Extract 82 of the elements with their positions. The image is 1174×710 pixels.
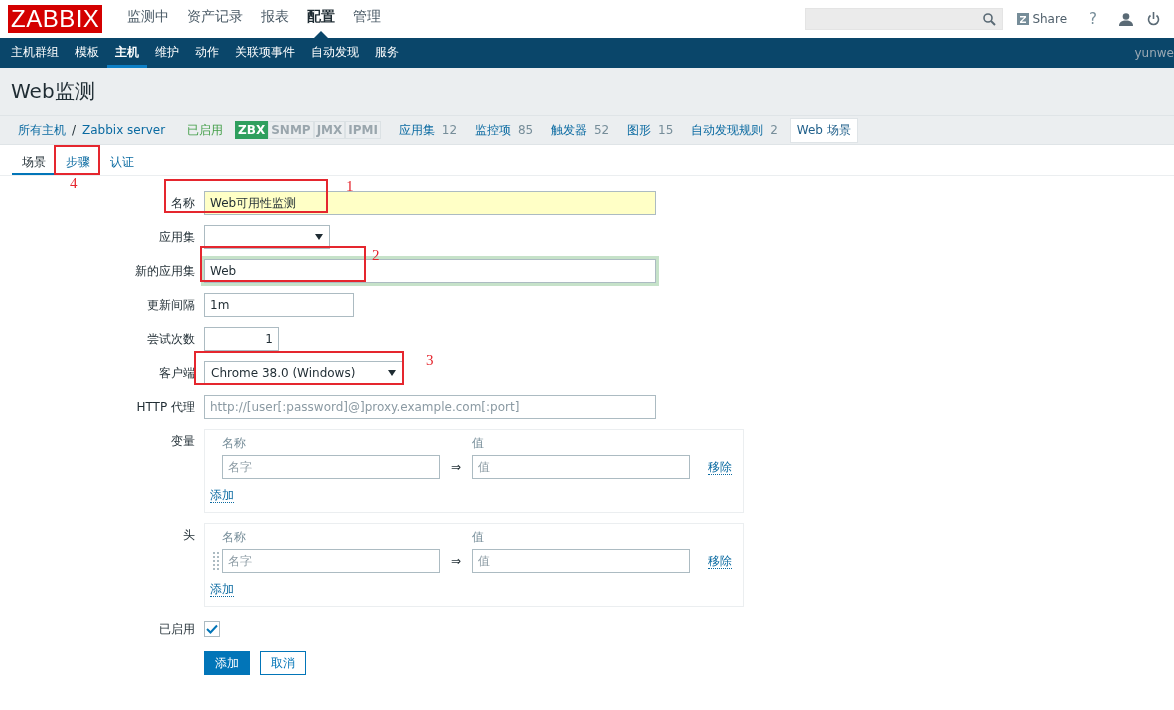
name-field[interactable]: 名字	[222, 549, 440, 573]
annotation-number: 4	[70, 175, 78, 192]
logout-button[interactable]	[1147, 12, 1160, 26]
availability-tag: SNMP	[268, 121, 314, 139]
share-link[interactable]: Share	[1017, 12, 1068, 26]
dropdown[interactable]	[204, 225, 330, 249]
field-label: 客户端	[158, 365, 195, 382]
column-header: 名称	[222, 529, 247, 545]
tab[interactable]: 认证	[100, 151, 144, 175]
power-icon	[1147, 12, 1160, 26]
tab[interactable]: 步骤	[56, 151, 100, 175]
cancel-button[interactable]: 取消	[260, 651, 306, 675]
caret-icon	[388, 370, 396, 376]
search-field[interactable]	[805, 8, 1004, 30]
add-link[interactable]: 添加	[210, 488, 234, 503]
value-field[interactable]: 值	[472, 549, 690, 573]
sub-menu-item[interactable]: 模板	[67, 38, 107, 68]
field-label: 变量	[170, 433, 195, 450]
logo[interactable]: ZABBIX	[8, 5, 103, 33]
column-header: 值	[472, 529, 484, 545]
breadcrumb-link[interactable]: Zabbix server	[82, 123, 166, 137]
user-name: yunwe	[1134, 45, 1174, 62]
text-field[interactable]: 1m	[204, 293, 354, 317]
menu-item[interactable]: 配置	[298, 0, 345, 38]
text-field[interactable]: http://[user[:password]@]proxy.example.com[:port]	[204, 395, 656, 419]
arrow-text: ⇒	[449, 554, 463, 568]
host-tab-link[interactable]: 应用集 12	[398, 121, 458, 139]
dropdown[interactable]: Chrome 38.0 (Windows)	[204, 361, 403, 385]
sub-menu-item[interactable]: 维护	[147, 38, 187, 68]
profile-button[interactable]	[1119, 12, 1133, 26]
menu-item[interactable]: 管理	[344, 0, 391, 38]
menu-item[interactable]: 报表	[252, 0, 299, 38]
breadcrumb-link[interactable]: 所有主机	[18, 121, 66, 139]
add-link[interactable]: 添加	[210, 582, 234, 597]
checkbox[interactable]	[204, 621, 220, 637]
check-icon	[206, 624, 218, 634]
text-field[interactable]: Web	[204, 259, 656, 283]
field-label: 头	[182, 527, 195, 544]
host-tab-link[interactable]: 监控项 85	[475, 121, 534, 139]
field-label: 已启用	[158, 621, 195, 638]
page-title: Web监测	[10, 78, 96, 105]
menu-item[interactable]: 监测中	[118, 0, 179, 38]
column-header: 名称	[222, 435, 247, 451]
name-field[interactable]: 名字	[222, 455, 440, 479]
help-link[interactable]: ?	[1089, 10, 1097, 28]
availability-tag: IPMI	[345, 121, 381, 139]
menu-item[interactable]: 资产记录	[178, 0, 253, 38]
host-status: 已启用	[187, 121, 224, 139]
host-tab-link[interactable]: 自动发现规则 2	[691, 121, 778, 139]
availability-tag: JMX	[313, 121, 346, 139]
field-label: 尝试次数	[146, 331, 195, 348]
arrow-text: ⇒	[449, 460, 463, 474]
column-header: 值	[472, 435, 484, 451]
field-label: HTTP 代理	[135, 399, 195, 416]
sub-menu-item[interactable]: 自动发现	[303, 38, 367, 68]
search-icon[interactable]	[983, 12, 997, 26]
drag-handle-icon[interactable]	[213, 552, 219, 570]
text-field[interactable]: Web可用性监测	[204, 191, 656, 215]
field-label: 应用集	[158, 229, 195, 246]
number-field[interactable]: 1	[204, 327, 279, 351]
tab[interactable]: 场景	[12, 151, 56, 175]
add-button[interactable]: 添加	[204, 651, 250, 675]
field-label: 名称	[170, 195, 195, 212]
breadcrumb-separator: /	[72, 123, 77, 137]
field-label: 更新间隔	[146, 297, 195, 314]
sub-menu-item[interactable]: 动作	[187, 38, 227, 68]
caret-icon	[315, 234, 323, 240]
share-logo-icon	[1017, 13, 1030, 25]
sub-menu-item[interactable]: 关联项事件	[227, 38, 303, 68]
value-field[interactable]: 值	[472, 455, 690, 479]
remove-link[interactable]: 移除	[708, 459, 732, 475]
sub-menu-item[interactable]: 主机群组	[3, 38, 67, 68]
annotation-box	[54, 145, 100, 175]
field-label: 新的应用集	[134, 263, 195, 280]
availability-tag: ZBX	[235, 121, 269, 139]
annotation-number: 3	[426, 352, 434, 369]
host-tab-link[interactable]: 图形 15	[627, 121, 674, 139]
host-tab-link[interactable]: 触发器 52	[551, 121, 610, 139]
host-tab-link[interactable]: Web 场景	[789, 117, 858, 143]
sub-menu-item[interactable]: 服务	[367, 38, 407, 68]
remove-link[interactable]: 移除	[708, 553, 732, 569]
user-icon	[1119, 12, 1133, 26]
